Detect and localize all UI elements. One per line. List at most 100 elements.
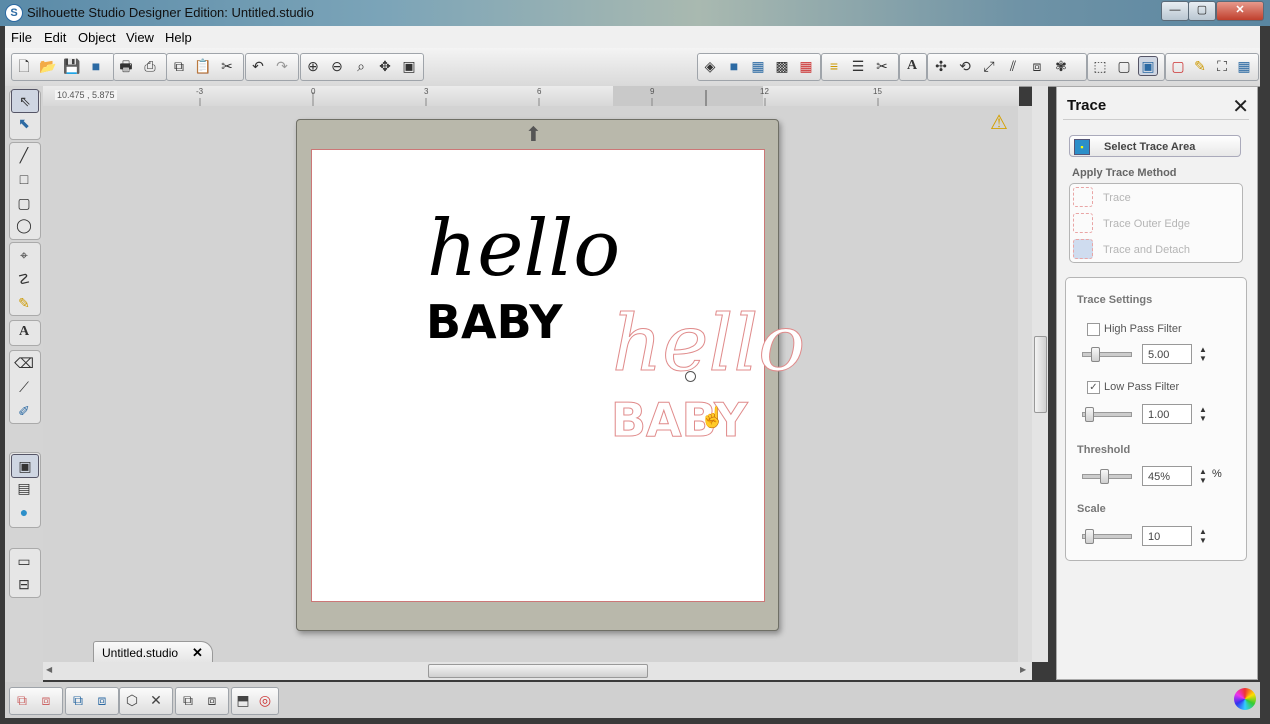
offset-icon[interactable]: ⬚ — [1090, 56, 1110, 76]
new-file-icon[interactable]: 🗋 — [14, 56, 34, 76]
low-pass-spinner-icon[interactable]: ▲ ▼ — [1199, 405, 1207, 423]
cut-style-icon[interactable]: ✂ — [872, 56, 892, 76]
eraser-tool-icon[interactable]: ⌫ — [11, 352, 37, 374]
design-page[interactable]: hello BABY hello BABY ☝ — [311, 149, 806, 602]
align-icon[interactable]: ✣ — [931, 56, 951, 76]
line-weight-icon[interactable]: ☰ — [848, 56, 868, 76]
rotate-icon[interactable]: ⟲ — [955, 56, 975, 76]
scale-value-field[interactable]: 10 — [1142, 526, 1192, 546]
open-file-icon[interactable]: 📂 — [38, 56, 58, 76]
fill-color-icon[interactable]: ■ — [724, 56, 744, 76]
threshold-spinner-icon[interactable]: ▲ ▼ — [1199, 467, 1207, 485]
low-pass-checkbox[interactable]: ✓ — [1087, 381, 1100, 394]
sketch-icon[interactable]: ✎ — [1190, 56, 1210, 76]
document-tab[interactable]: Untitled.studio ✕ — [93, 641, 213, 663]
fullscreen-icon[interactable]: ⛶ — [1212, 56, 1232, 76]
fit-to-page-icon[interactable]: ▣ — [399, 56, 419, 76]
bring-to-front-icon[interactable]: ⧉ — [178, 690, 198, 710]
hello-trace-outline[interactable]: hello — [612, 305, 806, 383]
cut-icon[interactable]: ✂ — [217, 56, 237, 76]
menu-edit[interactable]: Edit — [44, 30, 66, 45]
weld-icon[interactable]: ⬒ — [233, 690, 253, 710]
scale-spinner-icon[interactable]: ▲ ▼ — [1199, 527, 1207, 545]
threshold-slider-knob[interactable] — [1100, 469, 1109, 484]
horizontal-scrollbar[interactable]: ◀ ▶ — [43, 662, 1032, 680]
vertical-scroll-thumb[interactable] — [1034, 336, 1047, 413]
text-style-icon[interactable]: A — [902, 56, 922, 76]
replicate-icon[interactable]: ⧈ — [1027, 56, 1047, 76]
threshold-value-field[interactable]: 45% — [1142, 466, 1192, 486]
trace-icon[interactable]: ▣ — [1138, 56, 1158, 76]
grid-icon[interactable]: ▦ — [1234, 56, 1254, 76]
edit-points-icon[interactable]: ⬉ — [11, 112, 37, 134]
line-color-icon[interactable]: ▦ — [796, 56, 816, 76]
page-setup-icon[interactable]: ▢ — [1114, 56, 1134, 76]
send-to-back-icon[interactable]: ⧈ — [202, 690, 222, 710]
undo-icon[interactable]: ↶ — [248, 56, 268, 76]
rounded-rectangle-icon[interactable]: ▢ — [11, 192, 37, 214]
select-tool-icon[interactable]: ⇖ — [11, 89, 39, 113]
rectangle-tool-icon[interactable]: □ — [11, 168, 37, 190]
zoom-selected-icon[interactable]: ⌕ — [351, 56, 371, 76]
make-compound-icon[interactable]: ⧉ — [68, 690, 88, 710]
minimize-button[interactable]: — — [1161, 1, 1189, 21]
high-pass-slider-knob[interactable] — [1091, 347, 1100, 362]
scroll-left-icon[interactable]: ◀ — [46, 665, 52, 674]
eyedropper-tool-icon[interactable]: ✐ — [11, 400, 37, 422]
paste-icon[interactable]: 📋 — [193, 56, 213, 76]
delete-icon[interactable]: ✕ — [146, 690, 166, 710]
color-wheel-icon[interactable] — [1234, 688, 1256, 710]
ungroup-icon[interactable]: ⧈ — [36, 690, 56, 710]
scale-icon[interactable]: ⤢ — [979, 56, 999, 76]
text-tool-icon[interactable]: A — [11, 321, 37, 343]
pan-icon[interactable]: ✥ — [375, 56, 395, 76]
redo-icon[interactable]: ↷ — [272, 56, 292, 76]
fill-bucket-icon[interactable]: ◈ — [700, 56, 720, 76]
horizontal-scroll-thumb[interactable] — [428, 664, 648, 678]
low-pass-value-field[interactable]: 1.00 — [1142, 404, 1192, 424]
online-store-icon[interactable]: ● — [11, 501, 37, 523]
library-icon[interactable]: ▤ — [11, 477, 37, 499]
zoom-in-icon[interactable]: ⊕ — [303, 56, 323, 76]
close-tab-icon[interactable]: ✕ — [192, 642, 203, 664]
save-icon[interactable]: 💾 — [62, 56, 82, 76]
maximize-button[interactable]: ▢ — [1188, 1, 1216, 21]
release-compound-icon[interactable]: ⧈ — [92, 690, 112, 710]
knife-tool-icon[interactable]: ⟋ — [11, 376, 37, 398]
modify-icon[interactable]: ✾ — [1051, 56, 1071, 76]
menu-object[interactable]: Object — [78, 30, 116, 45]
menu-view[interactable]: View — [126, 30, 154, 45]
line-tool-icon[interactable]: ╱ — [11, 144, 37, 166]
trace-outer-edge-button[interactable]: Trace Outer Edge — [1103, 218, 1190, 230]
copy-icon[interactable]: ⧉ — [169, 56, 189, 76]
high-pass-slider[interactable] — [1082, 347, 1132, 362]
scale-slider-knob[interactable] — [1085, 529, 1094, 544]
send-to-cutter-icon[interactable]: ⎙ — [140, 56, 160, 76]
scroll-right-icon[interactable]: ▶ — [1020, 665, 1026, 674]
zoom-out-icon[interactable]: ⊖ — [327, 56, 347, 76]
vertical-scrollbar[interactable] — [1032, 86, 1048, 662]
shear-icon[interactable]: ⫽ — [1003, 56, 1023, 76]
threshold-slider[interactable] — [1082, 469, 1132, 484]
high-pass-spinner-icon[interactable]: ▲ ▼ — [1199, 345, 1207, 363]
freehand-tool-icon[interactable]: ✎ — [11, 292, 37, 314]
split-view-icon[interactable]: ⊟ — [11, 573, 37, 595]
select-trace-area-button[interactable]: ▪ Select Trace Area — [1069, 135, 1241, 157]
close-panel-icon[interactable]: ✕ — [1232, 94, 1249, 119]
cut-settings-icon[interactable]: ▢ — [1168, 56, 1188, 76]
fill-pattern-icon[interactable]: ▩ — [772, 56, 792, 76]
ellipse-tool-icon[interactable]: ◯ — [11, 214, 37, 236]
design-page-icon[interactable]: ▣ — [11, 454, 39, 478]
curve-tool-icon[interactable]: ☡ — [11, 268, 37, 290]
single-view-icon[interactable]: ▭ — [11, 550, 37, 572]
trace-button[interactable]: Trace — [1103, 192, 1131, 204]
duplicate-icon[interactable]: ⬡ — [122, 690, 142, 710]
fill-gradient-icon[interactable]: ▦ — [748, 56, 768, 76]
warning-icon[interactable]: ⚠ — [990, 110, 1008, 135]
menu-help[interactable]: Help — [165, 30, 192, 45]
baby-bold-text[interactable]: BABY — [426, 297, 563, 347]
high-pass-checkbox[interactable] — [1087, 323, 1100, 336]
baby-trace-outline[interactable]: BABY — [611, 395, 749, 446]
hello-script-text[interactable]: hello — [427, 210, 620, 288]
low-pass-slider[interactable] — [1082, 407, 1132, 422]
